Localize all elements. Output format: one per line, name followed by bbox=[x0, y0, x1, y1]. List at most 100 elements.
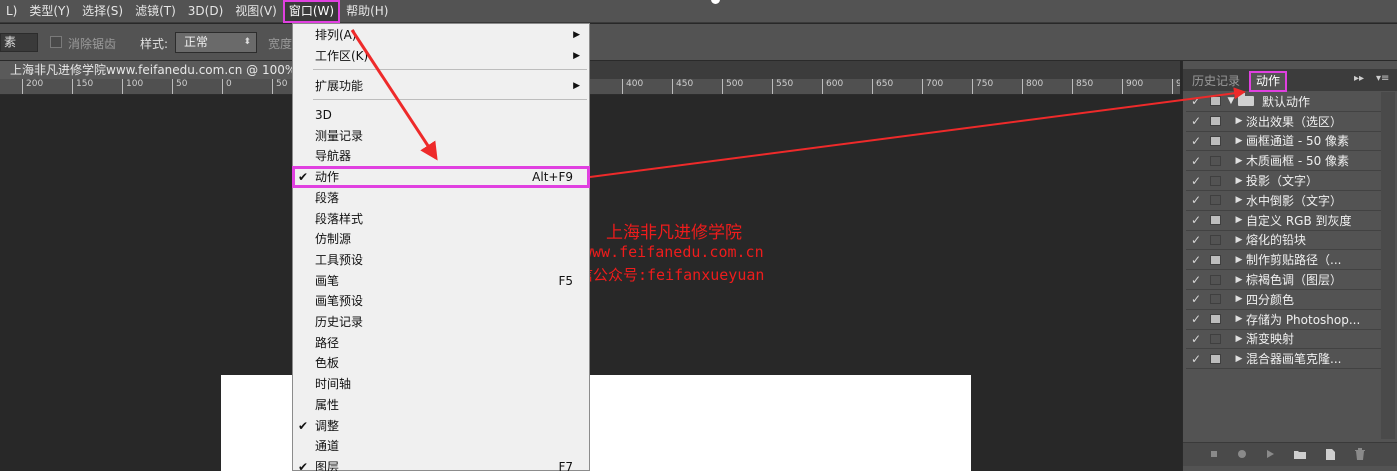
menu-item-swatches[interactable]: 色板 bbox=[293, 353, 589, 373]
panel-scrollbar[interactable] bbox=[1381, 92, 1395, 439]
menu-item-channels[interactable]: 通道 bbox=[293, 436, 589, 456]
toggle-check-icon[interactable]: ✓ bbox=[1186, 134, 1206, 148]
menu-item-properties[interactable]: 属性 bbox=[293, 395, 589, 415]
menu-item-workspace[interactable]: 工作区(K) ▶ bbox=[293, 46, 589, 66]
toggle-check-icon[interactable]: ✓ bbox=[1186, 292, 1206, 306]
action-row[interactable]: ✓ ▶ 画框通道 - 50 像素 bbox=[1186, 132, 1381, 152]
menu-item-history[interactable]: 历史记录 bbox=[293, 312, 589, 332]
menu-item-3d[interactable]: 3D bbox=[293, 105, 589, 125]
expand-right-icon[interactable]: ▶ bbox=[1232, 275, 1246, 285]
toggle-check-icon[interactable]: ✓ bbox=[1186, 154, 1206, 168]
document-tab[interactable]: 上海非凡进修学院www.feifanedu.com.cn @ 100%(RGB/… bbox=[0, 61, 300, 79]
toggle-check-icon[interactable]: ✓ bbox=[1186, 312, 1206, 326]
new-set-folder-icon[interactable] bbox=[1293, 447, 1307, 461]
new-action-icon[interactable] bbox=[1323, 447, 1337, 461]
dialog-toggle[interactable] bbox=[1206, 213, 1224, 227]
toggle-check-icon[interactable]: ✓ bbox=[1186, 174, 1206, 188]
menu-3d[interactable]: 3D(D) bbox=[182, 0, 229, 23]
dialog-toggle[interactable] bbox=[1206, 352, 1224, 366]
dialog-toggle[interactable] bbox=[1206, 154, 1224, 168]
expand-right-icon[interactable]: ▶ bbox=[1232, 354, 1246, 364]
toggle-check-icon[interactable]: ✓ bbox=[1186, 213, 1206, 227]
menu-select[interactable]: 选择(S) bbox=[76, 0, 129, 23]
dialog-toggle[interactable] bbox=[1206, 233, 1224, 247]
dialog-toggle[interactable] bbox=[1206, 273, 1224, 287]
action-row[interactable]: ✓ ▶ 自定义 RGB 到灰度 bbox=[1186, 211, 1381, 231]
action-row[interactable]: ✓ ▶ 投影（文字） bbox=[1186, 171, 1381, 191]
antialias-checkbox[interactable] bbox=[50, 36, 62, 48]
expand-right-icon[interactable]: ▶ bbox=[1232, 116, 1246, 126]
play-icon[interactable] bbox=[1263, 447, 1277, 461]
dialog-toggle[interactable] bbox=[1206, 193, 1224, 207]
menu-item-arrange[interactable]: 排列(A) ▶ bbox=[293, 25, 589, 45]
expand-right-icon[interactable]: ▶ bbox=[1232, 156, 1246, 166]
menu-item-paths[interactable]: 路径 bbox=[293, 333, 589, 353]
expand-right-icon[interactable]: ▶ bbox=[1232, 255, 1246, 265]
menu-item-timeline[interactable]: 时间轴 bbox=[293, 374, 589, 394]
expand-right-icon[interactable]: ▶ bbox=[1232, 314, 1246, 324]
menu-help[interactable]: 帮助(H) bbox=[340, 0, 394, 23]
expand-down-icon[interactable]: ▼ bbox=[1224, 96, 1238, 106]
menu-type[interactable]: 类型(Y) bbox=[23, 0, 76, 23]
menu-item-measurement-log[interactable]: 测量记录 bbox=[293, 126, 589, 146]
menu-item-brush[interactable]: 画笔 F5 bbox=[293, 271, 589, 291]
dialog-toggle[interactable] bbox=[1206, 332, 1224, 346]
feather-field[interactable]: 素 bbox=[0, 33, 38, 52]
menu-item-brush-presets[interactable]: 画笔预设 bbox=[293, 291, 589, 311]
action-row[interactable]: ✓ ▶ 混合器画笔克隆... bbox=[1186, 349, 1381, 370]
toggle-check-icon[interactable]: ✓ bbox=[1186, 233, 1206, 247]
expand-right-icon[interactable]: ▶ bbox=[1232, 235, 1246, 245]
action-row[interactable]: ✓ ▶ 棕褐色调（图层） bbox=[1186, 270, 1381, 290]
record-icon[interactable] bbox=[1235, 447, 1249, 461]
action-row[interactable]: ✓ ▶ 四分颜色 bbox=[1186, 290, 1381, 310]
expand-right-icon[interactable]: ▶ bbox=[1232, 195, 1246, 205]
toggle-check-icon[interactable]: ✓ bbox=[1186, 273, 1206, 287]
panel-menu-icon[interactable]: ▾≡ bbox=[1376, 73, 1389, 84]
action-row[interactable]: ✓ ▶ 制作剪贴路径（... bbox=[1186, 250, 1381, 271]
stop-icon[interactable] bbox=[1207, 447, 1221, 461]
menu-item-tool-presets[interactable]: 工具预设 bbox=[293, 250, 589, 270]
menu-item-paragraph[interactable]: 段落 bbox=[293, 188, 589, 208]
style-select[interactable]: 正常 ⬍ bbox=[175, 32, 257, 53]
dialog-toggle[interactable] bbox=[1206, 253, 1224, 267]
dialog-toggle[interactable] bbox=[1206, 174, 1224, 188]
toggle-check-icon[interactable]: ✓ bbox=[1186, 193, 1206, 207]
action-row[interactable]: ✓ ▶ 熔化的铅块 bbox=[1186, 231, 1381, 251]
expand-right-icon[interactable]: ▶ bbox=[1232, 334, 1246, 344]
action-row[interactable]: ✓ ▶ 存储为 Photoshop... bbox=[1186, 310, 1381, 330]
toggle-check-icon[interactable]: ✓ bbox=[1186, 114, 1206, 128]
menu-item-adjustments[interactable]: ✔ 调整 bbox=[293, 416, 589, 436]
action-row[interactable]: ✓ ▶ 木质画框 - 50 像素 bbox=[1186, 151, 1381, 172]
menu-item-navigator[interactable]: 导航器 bbox=[293, 146, 589, 166]
trash-icon[interactable] bbox=[1353, 447, 1367, 461]
collapse-panel-icon[interactable]: ▸▸ bbox=[1354, 73, 1364, 84]
tab-actions[interactable]: 动作 bbox=[1248, 71, 1288, 92]
expand-right-icon[interactable]: ▶ bbox=[1232, 215, 1246, 225]
toggle-check-icon[interactable]: ✓ bbox=[1186, 94, 1206, 108]
toggle-check-icon[interactable]: ✓ bbox=[1186, 332, 1206, 346]
dialog-toggle[interactable] bbox=[1206, 94, 1224, 108]
action-set-row[interactable]: ✓ ▼ 默认动作 bbox=[1186, 92, 1381, 112]
menu-window[interactable]: 窗口(W) bbox=[282, 0, 341, 23]
action-row[interactable]: ✓ ▶ 淡出效果（选区） bbox=[1186, 112, 1381, 132]
action-row[interactable]: ✓ ▶ 水中倒影（文字） bbox=[1186, 191, 1381, 211]
expand-right-icon[interactable]: ▶ bbox=[1232, 294, 1246, 304]
expand-right-icon[interactable]: ▶ bbox=[1232, 136, 1246, 146]
menu-item-clone-source[interactable]: 仿制源 bbox=[293, 229, 589, 249]
dialog-toggle[interactable] bbox=[1206, 312, 1224, 326]
action-row[interactable]: ✓ ▶ 渐变映射 bbox=[1186, 330, 1381, 350]
dialog-toggle[interactable] bbox=[1206, 114, 1224, 128]
dialog-toggle[interactable] bbox=[1206, 134, 1224, 148]
menu-item-paragraph-styles[interactable]: 段落样式 bbox=[293, 209, 589, 229]
toggle-check-icon[interactable]: ✓ bbox=[1186, 352, 1206, 366]
menu-type-partial[interactable]: L) bbox=[0, 0, 23, 23]
menu-item-layers[interactable]: ✔ 图层 F7 bbox=[293, 457, 589, 471]
dialog-toggle[interactable] bbox=[1206, 292, 1224, 306]
menu-item-extensions[interactable]: 扩展功能 ▶ bbox=[293, 76, 589, 96]
menu-filter[interactable]: 滤镜(T) bbox=[129, 0, 182, 23]
toggle-check-icon[interactable]: ✓ bbox=[1186, 253, 1206, 267]
menu-item-actions[interactable]: ✔ 动作 Alt+F9 bbox=[292, 166, 590, 189]
tab-history[interactable]: 历史记录 bbox=[1186, 72, 1246, 91]
menu-view[interactable]: 视图(V) bbox=[229, 0, 283, 23]
expand-right-icon[interactable]: ▶ bbox=[1232, 176, 1246, 186]
